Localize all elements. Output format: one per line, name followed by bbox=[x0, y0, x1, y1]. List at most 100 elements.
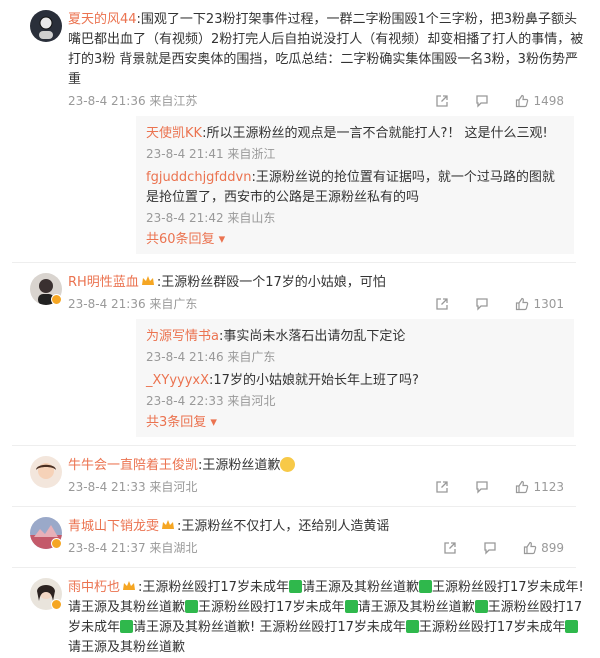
username-link[interactable]: 为源写情书a bbox=[146, 329, 219, 344]
like-icon bbox=[523, 541, 537, 555]
crown-icon bbox=[141, 276, 154, 285]
comment-text: :王源粉丝道歉 bbox=[198, 458, 281, 473]
reply-text: :所以王源粉丝的观点是一言不合就能打人?！ 这是什么三观! bbox=[202, 126, 548, 141]
comment-actions: 899 bbox=[417, 537, 564, 559]
like-icon bbox=[516, 480, 529, 494]
green-square-icon bbox=[185, 600, 199, 613]
comment-button[interactable] bbox=[475, 94, 489, 108]
comment-text: :王源粉丝群殴一个17岁的小姑娘，可怕 bbox=[156, 275, 386, 290]
comment-body: 夏天的风44:围观了一下23粉打架事件过程，一群二字粉围殴1个三字粉，把3粉鼻子… bbox=[68, 10, 588, 90]
comment-meta: 23-8-4 21:33 来自河北 1123 bbox=[68, 476, 588, 498]
more-replies-link[interactable]: 共60条回复 ▾ bbox=[146, 228, 564, 252]
green-square-icon bbox=[344, 600, 358, 613]
reply-text: :17岁的小姑娘就开始长年上班了吗? bbox=[209, 373, 419, 388]
comment-text: 请王源及其粉丝道歉! 王源粉丝殴打17岁未成年 bbox=[133, 620, 406, 635]
crown-icon bbox=[162, 520, 175, 529]
reply-time: 23-8-4 21:41 来自浙江 bbox=[146, 147, 276, 161]
comment-icon bbox=[484, 542, 496, 555]
comment-actions: 1301 bbox=[409, 293, 564, 315]
reply-meta: 23-8-4 21:46 来自广东 bbox=[146, 347, 564, 367]
share-icon bbox=[436, 481, 449, 493]
comment-button[interactable] bbox=[483, 541, 497, 555]
comment-time: 23-8-4 21:36 来自广东 bbox=[68, 297, 198, 311]
comment-icon bbox=[476, 298, 489, 311]
like-button[interactable]: 1301 bbox=[515, 293, 564, 315]
chevron-down-icon: ▾ bbox=[214, 232, 226, 247]
comment-actions: 1123 bbox=[409, 476, 564, 498]
verified-badge-icon bbox=[51, 538, 62, 549]
comment-item: 雨中朽也:王源粉丝殴打17岁未成年 请王源及其粉丝道歉 王源粉丝殴打17岁未成年! … bbox=[0, 568, 600, 658]
comment-body: RH明性蓝血 :王源粉丝群殴一个17岁的小姑娘，可怕 bbox=[68, 273, 588, 293]
green-square-icon bbox=[120, 620, 134, 633]
comment-time: 23-8-4 21:36 来自江苏 bbox=[68, 94, 198, 108]
like-count: 1301 bbox=[533, 297, 564, 311]
verified-badge-icon bbox=[51, 294, 62, 305]
like-count: 1123 bbox=[533, 480, 564, 494]
like-count: 899 bbox=[541, 541, 564, 555]
more-replies-label: 共3条回复 bbox=[146, 415, 207, 430]
reply-item: 为源写情书a:事实尚未水落石出请勿乱下定论 23-8-4 21:46 来自广东 bbox=[146, 323, 564, 367]
like-button[interactable]: 1123 bbox=[515, 476, 564, 498]
green-square-icon bbox=[418, 580, 432, 593]
comment-text: :王源粉丝殴打17岁未成年 bbox=[138, 580, 289, 595]
comment-text: :围观了一下23粉打架事件过程，一群二字粉围殴1个三字粉，把3粉鼻子额头嘴巴都出… bbox=[68, 12, 584, 87]
comment-text: 王源粉丝殴打17岁未成年 bbox=[198, 600, 345, 615]
like-button[interactable]: 899 bbox=[523, 537, 564, 559]
comment-item: 夏天的风44:围观了一下23粉打架事件过程，一群二字粉围殴1个三字粉，把3粉鼻子… bbox=[0, 0, 600, 263]
username-link[interactable]: 青城山下销龙雯 bbox=[68, 519, 159, 534]
comment-icon bbox=[476, 481, 489, 494]
green-square-icon bbox=[288, 580, 302, 593]
reply-item: fgjuddchjgfddvn:王源粉丝说的抢位置有证据吗，就一个过马路的图就是… bbox=[146, 164, 564, 228]
reply-time: 23-8-4 22:33 来自河北 bbox=[146, 394, 276, 408]
avatar[interactable] bbox=[30, 456, 62, 488]
comment-time: 23-8-4 21:37 来自湖北 bbox=[68, 541, 198, 555]
share-icon bbox=[436, 298, 449, 310]
comment-body: 牛牛会一直陪着王俊凯:王源粉丝道歉 bbox=[68, 456, 588, 476]
share-icon bbox=[444, 542, 456, 554]
username-link[interactable]: _XYyyyxX bbox=[146, 373, 209, 388]
comment-time: 23-8-4 21:33 来自河北 bbox=[68, 480, 198, 494]
username-link[interactable]: RH明性蓝血 bbox=[68, 275, 139, 290]
share-icon bbox=[436, 95, 449, 107]
username-link[interactable]: fgjuddchjgfddvn bbox=[146, 170, 251, 185]
reply-list: 天使凯KK:所以王源粉丝的观点是一言不合就能打人?！ 这是什么三观! 23-8-… bbox=[136, 116, 574, 254]
comment-body: 雨中朽也:王源粉丝殴打17岁未成年 请王源及其粉丝道歉 王源粉丝殴打17岁未成年! … bbox=[68, 578, 588, 658]
share-button[interactable] bbox=[435, 297, 449, 311]
like-button[interactable]: 1498 bbox=[515, 90, 564, 112]
comment-button[interactable] bbox=[475, 480, 489, 494]
comment-actions: 1498 bbox=[409, 90, 564, 112]
share-button[interactable] bbox=[435, 480, 449, 494]
avatar[interactable] bbox=[30, 10, 62, 42]
comment-item: RH明性蓝血 :王源粉丝群殴一个17岁的小姑娘，可怕 23-8-4 21:36 来… bbox=[0, 263, 600, 446]
username-link[interactable]: 天使凯KK bbox=[146, 126, 202, 141]
reply-meta: 23-8-4 22:33 来自河北 bbox=[146, 391, 564, 411]
comment-text: :王源粉丝不仅打人，还给别人造黄谣 bbox=[177, 519, 390, 534]
reply-meta: 23-8-4 21:42 来自山东 bbox=[146, 208, 564, 228]
username-link[interactable]: 夏天的风44 bbox=[68, 12, 137, 27]
green-square-icon bbox=[474, 600, 488, 613]
username-link[interactable]: 雨中朽也 bbox=[68, 580, 120, 595]
reply-time: 23-8-4 21:46 来自广东 bbox=[146, 350, 276, 364]
comment-icon bbox=[476, 95, 489, 108]
comment-text: 请王源及其粉丝道歉 bbox=[68, 640, 186, 655]
reply-item: _XYyyyxX:17岁的小姑娘就开始长年上班了吗? 23-8-4 22:33 … bbox=[146, 367, 564, 411]
reply-list: 为源写情书a:事实尚未水落石出请勿乱下定论 23-8-4 21:46 来自广东 … bbox=[136, 319, 574, 437]
more-replies-link[interactable]: 共3条回复 ▾ bbox=[146, 411, 564, 435]
chevron-down-icon: ▾ bbox=[206, 415, 217, 430]
comment-meta: 23-8-4 21:36 来自广东 1301 bbox=[68, 293, 588, 315]
share-button[interactable] bbox=[435, 94, 449, 108]
comment-button[interactable] bbox=[475, 297, 489, 311]
comment-text: 请王源及其粉丝道歉 bbox=[301, 580, 419, 595]
reply-time: 23-8-4 21:42 来自山东 bbox=[146, 211, 276, 225]
emoji-icon bbox=[280, 457, 296, 472]
comment-body: 青城山下销龙雯 :王源粉丝不仅打人，还给别人造黄谣 bbox=[68, 517, 588, 537]
reply-text: :事实尚未水落石出请勿乱下定论 bbox=[218, 329, 406, 344]
comment-meta: 23-8-4 21:36 来自江苏 1498 bbox=[68, 90, 588, 112]
crown-icon bbox=[123, 581, 136, 590]
reply-item: 天使凯KK:所以王源粉丝的观点是一言不合就能打人?！ 这是什么三观! 23-8-… bbox=[146, 120, 564, 164]
like-count: 1498 bbox=[533, 94, 564, 108]
share-button[interactable] bbox=[443, 541, 457, 555]
username-link[interactable]: 牛牛会一直陪着王俊凯 bbox=[68, 458, 198, 473]
comment-item: 牛牛会一直陪着王俊凯:王源粉丝道歉 23-8-4 21:33 来自河北 1123 bbox=[0, 446, 600, 507]
green-square-icon bbox=[565, 620, 579, 633]
